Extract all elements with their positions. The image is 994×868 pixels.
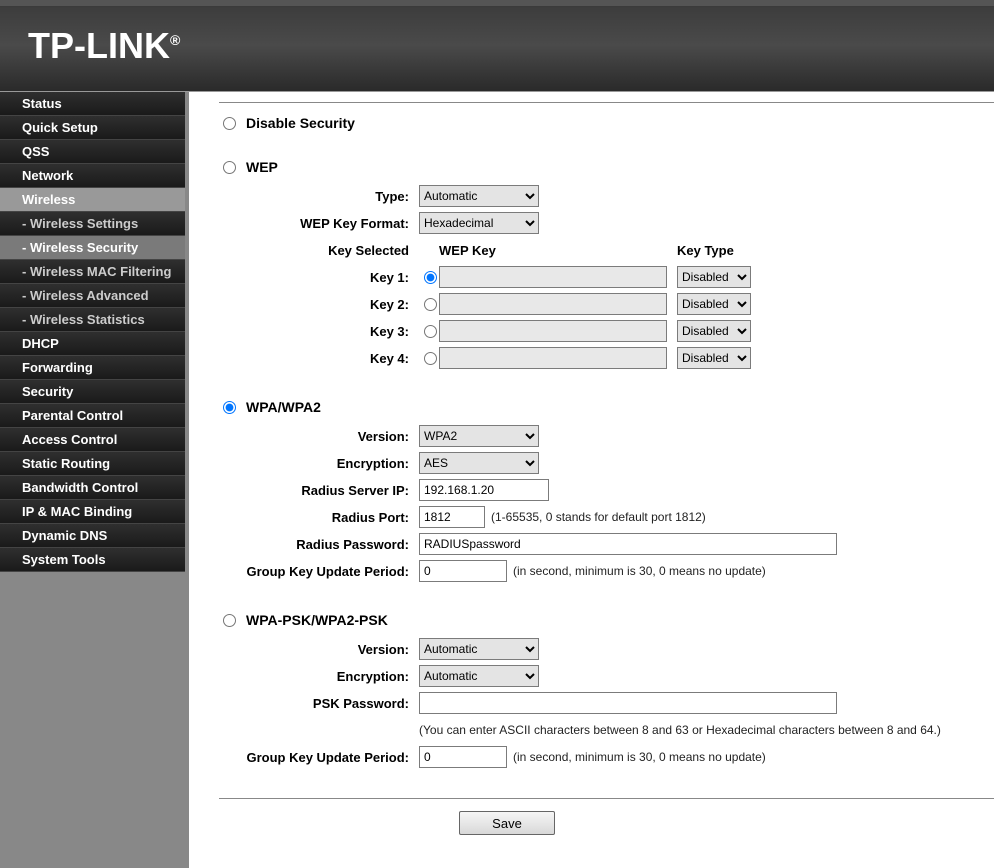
header-key-type: Key Type: [677, 243, 734, 258]
input-key4[interactable]: [439, 347, 667, 369]
section-disable: Disable Security: [219, 115, 994, 131]
hint-psk-password: (You can enter ASCII characters between …: [419, 723, 941, 737]
radio-wep[interactable]: [223, 161, 236, 174]
radio-key2[interactable]: [424, 298, 437, 311]
nav-wireless-advanced[interactable]: - Wireless Advanced: [0, 284, 185, 308]
nav-wireless-mac-filtering[interactable]: - Wireless MAC Filtering: [0, 260, 185, 284]
label-key2: Key 2:: [219, 297, 419, 312]
select-keytype2[interactable]: Disabled: [677, 293, 751, 315]
nav-security[interactable]: Security: [0, 380, 185, 404]
label-key3: Key 3:: [219, 324, 419, 339]
hint-psk-gk: (in second, minimum is 30, 0 means no up…: [513, 750, 766, 764]
nav-ip-mac-binding[interactable]: IP & MAC Binding: [0, 500, 185, 524]
label-wep-type: Type:: [219, 189, 419, 204]
content: Disable Security WEP Type: Automatic WEP…: [189, 92, 994, 868]
label-psk-version: Version:: [219, 642, 419, 657]
nav-wireless-statistics[interactable]: - Wireless Statistics: [0, 308, 185, 332]
input-psk-gk[interactable]: [419, 746, 507, 768]
nav-static-routing[interactable]: Static Routing: [0, 452, 185, 476]
radio-wpa[interactable]: [223, 401, 236, 414]
brand-logo: TP-LINK®: [28, 25, 180, 67]
nav-system-tools[interactable]: System Tools: [0, 548, 185, 572]
select-wep-type[interactable]: Automatic: [419, 185, 539, 207]
input-key3[interactable]: [439, 320, 667, 342]
input-wpa-gk[interactable]: [419, 560, 507, 582]
radio-key1[interactable]: [424, 271, 437, 284]
label-key-selected: Key Selected: [219, 243, 419, 258]
label-psk-encryption: Encryption:: [219, 669, 419, 684]
sidebar: StatusQuick SetupQSSNetworkWireless- Wir…: [0, 92, 185, 868]
nav-wireless-security[interactable]: - Wireless Security: [0, 236, 185, 260]
select-keytype4[interactable]: Disabled: [677, 347, 751, 369]
label-wep-format: WEP Key Format:: [219, 216, 419, 231]
input-radius-ip[interactable]: [419, 479, 549, 501]
label-wpa-gk: Group Key Update Period:: [219, 564, 419, 579]
input-radius-password[interactable]: [419, 533, 837, 555]
input-key2[interactable]: [439, 293, 667, 315]
title-wpa: WPA/WPA2: [246, 399, 321, 415]
select-psk-version[interactable]: Automatic: [419, 638, 539, 660]
nav-qss[interactable]: QSS: [0, 140, 185, 164]
bottom-separator: [219, 798, 994, 799]
radio-psk[interactable]: [223, 614, 236, 627]
select-psk-encryption[interactable]: Automatic: [419, 665, 539, 687]
hint-wpa-gk: (in second, minimum is 30, 0 means no up…: [513, 564, 766, 578]
select-keytype1[interactable]: Disabled: [677, 266, 751, 288]
radio-disable-security[interactable]: [223, 117, 236, 130]
label-key4: Key 4:: [219, 351, 419, 366]
title-disable: Disable Security: [246, 115, 355, 131]
nav-parental-control[interactable]: Parental Control: [0, 404, 185, 428]
save-button[interactable]: Save: [459, 811, 555, 835]
input-key1[interactable]: [439, 266, 667, 288]
top-separator: [219, 102, 994, 103]
nav-network[interactable]: Network: [0, 164, 185, 188]
label-key1: Key 1:: [219, 270, 419, 285]
section-wpa: WPA/WPA2 Version: WPA2 Encryption: AES R…: [219, 399, 994, 584]
label-radius-ip: Radius Server IP:: [219, 483, 419, 498]
nav-access-control[interactable]: Access Control: [0, 428, 185, 452]
nav-bandwidth-control[interactable]: Bandwidth Control: [0, 476, 185, 500]
section-psk: WPA-PSK/WPA2-PSK Version: Automatic Encr…: [219, 612, 994, 770]
section-wep: WEP Type: Automatic WEP Key Format: Hexa…: [219, 159, 994, 371]
select-keytype3[interactable]: Disabled: [677, 320, 751, 342]
title-psk: WPA-PSK/WPA2-PSK: [246, 612, 388, 628]
input-psk-password[interactable]: [419, 692, 837, 714]
select-wep-format[interactable]: Hexadecimal: [419, 212, 539, 234]
nav-dynamic-dns[interactable]: Dynamic DNS: [0, 524, 185, 548]
nav-status[interactable]: Status: [0, 92, 185, 116]
hint-radius-port: (1-65535, 0 stands for default port 1812…: [491, 510, 706, 524]
label-wpa-version: Version:: [219, 429, 419, 444]
nav-quick-setup[interactable]: Quick Setup: [0, 116, 185, 140]
nav-wireless[interactable]: Wireless: [0, 188, 185, 212]
label-psk-gk: Group Key Update Period:: [219, 750, 419, 765]
select-wpa-encryption[interactable]: AES: [419, 452, 539, 474]
nav-wireless-settings[interactable]: - Wireless Settings: [0, 212, 185, 236]
title-wep: WEP: [246, 159, 278, 175]
select-wpa-version[interactable]: WPA2: [419, 425, 539, 447]
label-psk-password: PSK Password:: [219, 696, 419, 711]
input-radius-port[interactable]: [419, 506, 485, 528]
radio-key4[interactable]: [424, 352, 437, 365]
header: TP-LINK®: [0, 0, 994, 92]
header-wep-key: WEP Key: [439, 243, 677, 258]
nav-forwarding[interactable]: Forwarding: [0, 356, 185, 380]
label-wpa-encryption: Encryption:: [219, 456, 419, 471]
label-radius-password: Radius Password:: [219, 537, 419, 552]
label-radius-port: Radius Port:: [219, 510, 419, 525]
nav-dhcp[interactable]: DHCP: [0, 332, 185, 356]
radio-key3[interactable]: [424, 325, 437, 338]
